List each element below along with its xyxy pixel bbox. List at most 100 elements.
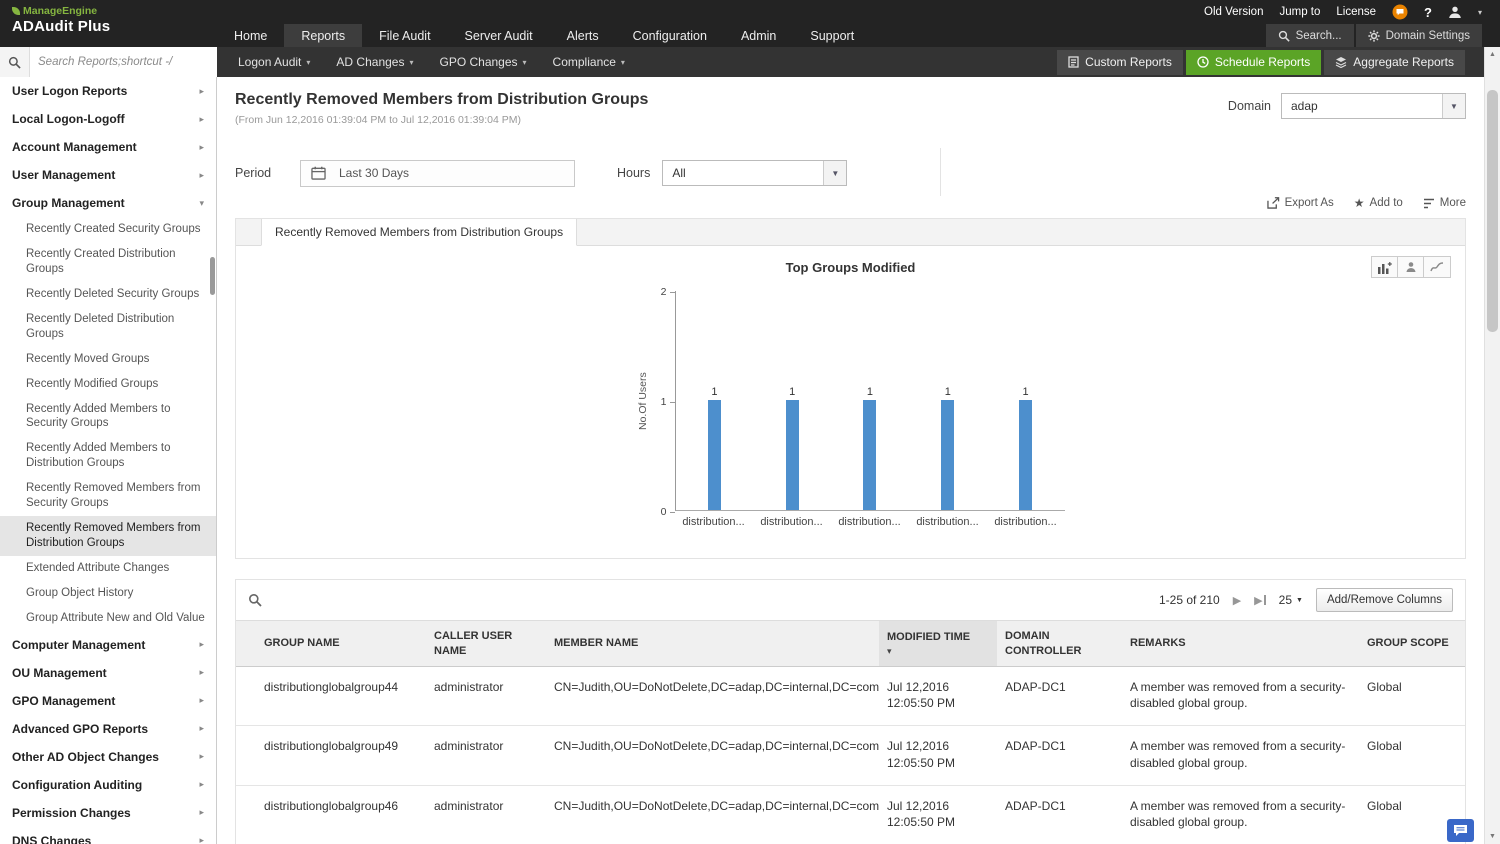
search-button[interactable]: Search... [1266, 24, 1354, 47]
cell-group-name: distributionglobalgroup46 [236, 785, 426, 844]
add-remove-columns-button[interactable]: Add/Remove Columns [1316, 588, 1453, 612]
table-toolbar: 1-25 of 210 ▶ ▶ 25 ▼ Add/Remove Columns [236, 580, 1465, 620]
report-panel: Recently Removed Members from Distributi… [235, 218, 1466, 559]
sidebar-item-recently-added-members-to-security-groups[interactable]: Recently Added Members to Security Group… [0, 397, 216, 437]
menu-ad-changes[interactable]: AD Changes▾ [323, 47, 426, 77]
user-avatar-icon[interactable] [1448, 5, 1462, 19]
help-icon[interactable]: ? [1424, 5, 1432, 20]
more-label: More [1440, 197, 1466, 209]
sidebar-group-permission-changes[interactable]: Permission Changes▸ [0, 799, 216, 827]
table-row[interactable]: distributionglobalgroup49administratorCN… [236, 726, 1465, 785]
sidebar-item-recently-modified-groups[interactable]: Recently Modified Groups [0, 372, 216, 397]
sidebar-item-recently-deleted-security-groups[interactable]: Recently Deleted Security Groups [0, 282, 216, 307]
utility-link-old-version[interactable]: Old Version [1204, 6, 1263, 18]
sidebar-item-recently-deleted-distribution-groups[interactable]: Recently Deleted Distribution Groups [0, 307, 216, 347]
cell-remarks: A member was removed from a security-dis… [1122, 785, 1359, 844]
nav-alerts[interactable]: Alerts [550, 24, 616, 47]
tab-recently-removed-members[interactable]: Recently Removed Members from Distributi… [261, 219, 577, 246]
sidebar-group-ou-management[interactable]: OU Management▸ [0, 659, 216, 687]
export-as-button[interactable]: Export As [1267, 197, 1334, 209]
hours-select[interactable]: All ▼ [662, 160, 847, 186]
bar-chart-icon[interactable] [1372, 257, 1398, 277]
chart-bar-group: 1 [753, 386, 831, 510]
sidebar-group-local-logon-logoff[interactable]: Local Logon-Logoff▸ [0, 105, 216, 133]
sidebar-item-recently-removed-members-from-security-groups[interactable]: Recently Removed Members from Security G… [0, 476, 216, 516]
report-search-icon-button[interactable] [0, 47, 30, 77]
chart-plotcol: 11111 distribution...distribution...dist… [675, 291, 1065, 528]
aggregate-reports-button[interactable]: Aggregate Reports [1324, 50, 1465, 75]
community-icon[interactable] [1392, 4, 1408, 20]
domain-settings-button[interactable]: Domain Settings [1356, 24, 1482, 47]
sidebar-group-computer-management[interactable]: Computer Management▸ [0, 631, 216, 659]
scroll-down-icon[interactable]: ▼ [1485, 833, 1500, 840]
cell-member-name: CN=Judith,OU=DoNotDelete,DC=adap,DC=inte… [546, 667, 879, 726]
column-header-remarks[interactable]: REMARKS [1122, 621, 1359, 667]
bar[interactable] [786, 400, 799, 510]
sidebar-scrollbar-thumb[interactable] [210, 257, 215, 295]
nav-configuration[interactable]: Configuration [616, 24, 724, 47]
menu-logon-audit[interactable]: Logon Audit▾ [225, 47, 323, 77]
utility-link-jump-to[interactable]: Jump to [1279, 6, 1320, 18]
column-header-group-scope[interactable]: GROUP SCOPE [1359, 621, 1465, 667]
scrollbar-thumb[interactable] [1487, 90, 1498, 332]
sidebar-group-account-management[interactable]: Account Management▸ [0, 133, 216, 161]
chat-feedback-button[interactable] [1447, 819, 1474, 842]
scroll-up-icon[interactable]: ▲ [1485, 51, 1500, 58]
bar[interactable] [1019, 400, 1032, 510]
nav-admin[interactable]: Admin [724, 24, 793, 47]
sidebar-group-dns-changes[interactable]: DNS Changes▸ [0, 827, 216, 844]
title-row: Recently Removed Members from Distributi… [235, 91, 1466, 126]
nav-file-audit[interactable]: File Audit [362, 24, 447, 47]
calendar-icon[interactable] [301, 166, 335, 180]
sidebar-item-group-object-history[interactable]: Group Object History [0, 581, 216, 606]
period-input[interactable]: Last 30 Days [300, 160, 575, 187]
more-button[interactable]: More [1423, 197, 1466, 209]
sidebar-group-advanced-gpo-reports[interactable]: Advanced GPO Reports▸ [0, 715, 216, 743]
menu-compliance[interactable]: Compliance▾ [540, 47, 638, 77]
bar[interactable] [941, 400, 954, 510]
bar[interactable] [708, 400, 721, 510]
page-scrollbar[interactable]: ▲ ▼ [1484, 47, 1500, 844]
utility-link-license[interactable]: License [1336, 6, 1376, 18]
sidebar-group-group-management[interactable]: Group Management▾ [0, 189, 216, 217]
table-row[interactable]: distributionglobalgroup44administratorCN… [236, 667, 1465, 726]
sidebar-group-other-ad-object-changes[interactable]: Other AD Object Changes▸ [0, 743, 216, 771]
column-header-group-name[interactable]: GROUP NAME [236, 621, 426, 667]
line-chart-icon[interactable] [1424, 257, 1450, 277]
menu-gpo-changes[interactable]: GPO Changes▾ [426, 47, 539, 77]
next-page-button[interactable]: ▶ [1233, 594, 1241, 607]
custom-reports-button[interactable]: Custom Reports [1057, 50, 1183, 75]
sidebar-group-user-logon-reports[interactable]: User Logon Reports▸ [0, 77, 216, 105]
sidebar-item-recently-removed-members-from-distribution-groups[interactable]: Recently Removed Members from Distributi… [0, 516, 216, 556]
sidebar-item-extended-attribute-changes[interactable]: Extended Attribute Changes [0, 556, 216, 581]
column-header-domain-controller[interactable]: DOMAIN CONTROLLER [997, 621, 1122, 667]
column-header-caller-user-name[interactable]: CALLER USER NAME [426, 621, 546, 667]
sidebar-item-recently-created-distribution-groups[interactable]: Recently Created Distribution Groups [0, 242, 216, 282]
table-row[interactable]: distributionglobalgroup46administratorCN… [236, 785, 1465, 844]
nav-server-audit[interactable]: Server Audit [448, 24, 550, 47]
domain-select[interactable]: adap ▼ [1281, 93, 1466, 119]
table-search-icon[interactable] [248, 593, 262, 607]
page-title: Recently Removed Members from Distributi… [235, 91, 648, 109]
nav-reports[interactable]: Reports [284, 24, 362, 47]
sidebar-item-group-attribute-new-and-old-value[interactable]: Group Attribute New and Old Value [0, 606, 216, 631]
schedule-reports-button[interactable]: Schedule Reports [1186, 50, 1321, 75]
add-to-button[interactable]: ★ Add to [1354, 196, 1403, 210]
sidebar-item-recently-moved-groups[interactable]: Recently Moved Groups [0, 347, 216, 372]
sidebar-group-gpo-management[interactable]: GPO Management▸ [0, 687, 216, 715]
bar[interactable] [863, 400, 876, 510]
sidebar-item-recently-added-members-to-distribution-groups[interactable]: Recently Added Members to Distribution G… [0, 436, 216, 476]
user-chart-icon[interactable] [1398, 257, 1424, 277]
column-header-modified-time[interactable]: MODIFIED TIME▾ [879, 621, 997, 667]
chevron-down-icon[interactable]: ▾ [1478, 8, 1482, 17]
sidebar-item-recently-created-security-groups[interactable]: Recently Created Security Groups [0, 217, 216, 242]
sidebar-group-configuration-auditing[interactable]: Configuration Auditing▸ [0, 771, 216, 799]
nav-support[interactable]: Support [793, 24, 871, 47]
x-axis-label: distribution... [675, 511, 753, 528]
sidebar-group-user-management[interactable]: User Management▸ [0, 161, 216, 189]
nav-home[interactable]: Home [217, 24, 284, 47]
last-page-button[interactable]: ▶ [1254, 594, 1265, 607]
report-search-input[interactable] [30, 47, 217, 77]
page-size-select[interactable]: 25 ▼ [1279, 593, 1303, 607]
column-header-member-name[interactable]: MEMBER NAME [546, 621, 879, 667]
